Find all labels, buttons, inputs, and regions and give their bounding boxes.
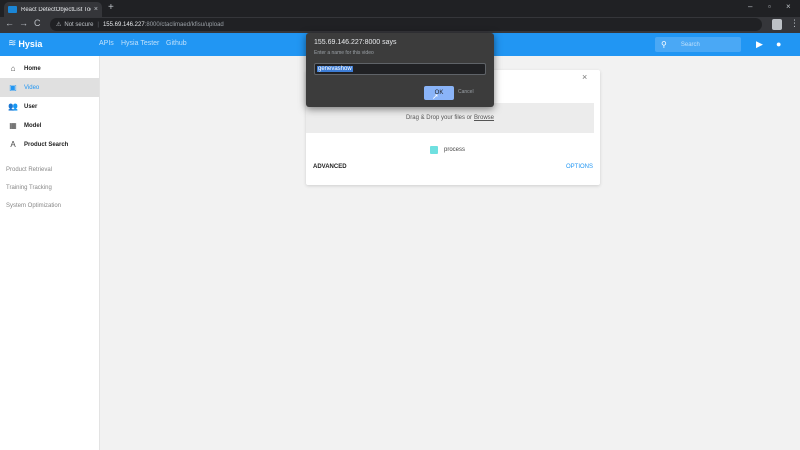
maximize-icon[interactable]: ▫ <box>768 2 771 11</box>
sidebar: ⌂ Home ▣ Video 👥 User ▦ Model A Product … <box>0 56 100 450</box>
profile-icon[interactable] <box>772 19 782 30</box>
separator: | <box>97 21 99 28</box>
favicon-icon <box>8 6 17 13</box>
dialog-title: 155.69.146.227:8000 says <box>314 39 397 46</box>
advanced-options-link[interactable]: OPTIONS <box>566 164 593 170</box>
nav-link-tester[interactable]: Hysia Tester <box>121 40 159 47</box>
section-system-optimization[interactable]: System Optimization <box>6 203 61 209</box>
video-icon: ▣ <box>9 83 17 92</box>
sidebar-item-label: Home <box>24 65 41 72</box>
section-training-tracking[interactable]: Training Tracking <box>6 185 52 191</box>
back-icon[interactable]: ← <box>5 18 14 28</box>
nav-link-github[interactable]: Github <box>166 40 187 47</box>
cancel-button[interactable]: Cancel <box>458 89 474 95</box>
browse-link[interactable]: Browse <box>474 115 494 121</box>
advanced-label: ADVANCED <box>313 164 347 170</box>
home-icon: ⌂ <box>10 64 16 73</box>
brand-logo[interactable]: ≋ Hysia <box>8 38 42 49</box>
sidebar-item-label: User <box>24 103 38 110</box>
dialog-text-input[interactable]: genevashow <box>314 63 486 75</box>
url-path: :8000/ctaclimaed/kfisu/upload <box>144 21 224 28</box>
sidebar-item-model[interactable]: ▦ Model <box>0 116 99 135</box>
sidebar-item-video[interactable]: ▣ Video <box>0 78 99 97</box>
sidebar-item-label: Model <box>24 122 42 129</box>
process-checkbox[interactable] <box>430 146 438 154</box>
sidebar-item-home[interactable]: ⌂ Home <box>0 59 99 78</box>
url-host: 155.69.146.227 <box>102 21 145 28</box>
nav-link-apis[interactable]: APIs <box>99 40 114 47</box>
browser-toolbar: ← → C ⚠ Not secure | 155.69.146.227:8000… <box>0 17 800 33</box>
warning-icon: ⚠ <box>56 22 62 28</box>
brand-name: Hysia <box>18 38 43 49</box>
search-placeholder: Search <box>680 41 700 48</box>
minimize-icon[interactable]: – <box>748 2 752 11</box>
url-text: 155.69.146.227:8000/ctaclimaed/kfisu/upl… <box>103 22 224 28</box>
forward-icon[interactable]: → <box>19 18 28 28</box>
reload-icon[interactable]: C <box>34 18 41 28</box>
account-icon[interactable]: ● <box>776 39 781 49</box>
section-product-retrieval[interactable]: Product Retrieval <box>6 167 52 173</box>
tab-title: React DetectObjectList Tool <box>21 6 91 13</box>
process-checkbox-row[interactable]: process <box>430 146 465 154</box>
process-label: process <box>444 147 466 153</box>
new-tab-button[interactable]: + <box>108 3 114 13</box>
search-input[interactable]: ⚲ Search <box>655 37 741 52</box>
browser-tab-bar: React DetectObjectList Tool × + – ▫ × <box>0 0 800 17</box>
not-secure-label: Not secure <box>64 21 94 28</box>
mouse-cursor-icon: ➚ <box>432 92 439 101</box>
users-icon: 👥 <box>8 102 18 111</box>
dropzone-text: Drag & Drop your files or <box>405 115 472 121</box>
prompt-dialog: 155.69.146.227:8000 says Enter a name fo… <box>306 33 494 107</box>
sidebar-item-product-search[interactable]: A Product Search <box>0 135 99 154</box>
sidebar-item-label: Video <box>24 84 40 91</box>
grid-icon: ▦ <box>9 121 17 130</box>
logo-icon: ≋ <box>8 38 17 49</box>
dialog-input-value: genevashow <box>317 66 353 72</box>
address-bar[interactable]: ⚠ Not secure | 155.69.146.227:8000/ctacl… <box>50 18 762 31</box>
browser-tab[interactable]: React DetectObjectList Tool × <box>4 2 102 17</box>
video-camera-icon[interactable]: ▶ <box>756 39 763 50</box>
tab-close-icon[interactable]: × <box>94 6 98 13</box>
search-icon: ⚲ <box>661 40 667 49</box>
menu-icon[interactable]: ⋮ <box>790 18 799 29</box>
product-icon: A <box>10 140 16 149</box>
ok-button[interactable]: OK <box>424 86 454 100</box>
sidebar-item-label: Product Search <box>24 141 69 148</box>
dialog-message: Enter a name for this video <box>314 50 374 56</box>
sidebar-item-user[interactable]: 👥 User <box>0 97 99 116</box>
close-icon[interactable]: × <box>582 72 587 82</box>
file-dropzone[interactable]: Drag & Drop your files or Browse <box>306 103 594 133</box>
window-close-icon[interactable]: × <box>786 2 791 11</box>
